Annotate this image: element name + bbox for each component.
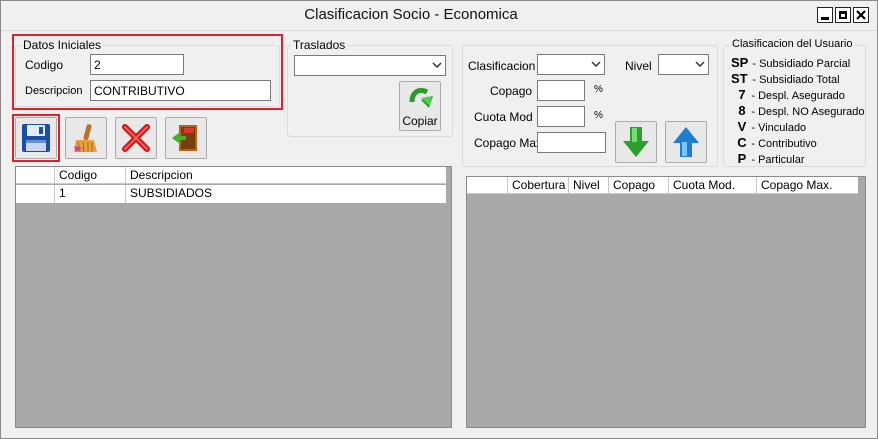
copiar-label: Copiar <box>402 114 438 128</box>
red-x-icon <box>122 124 150 152</box>
col-copago-max-header[interactable]: Copago Max. <box>757 177 858 193</box>
legend-item: ST - Subsidiado Total <box>731 71 840 86</box>
chevron-down-icon <box>591 61 601 68</box>
window-title: Clasificacion Socio - Economica <box>304 6 518 23</box>
clasificacion-label: Clasificacion <box>468 59 536 73</box>
nivel-select[interactable] <box>658 54 709 75</box>
chevron-down-icon <box>695 61 705 68</box>
maximize-button[interactable] <box>835 7 851 23</box>
legend-item: 8 - Despl. NO Asegurado <box>738 103 865 118</box>
move-down-button[interactable] <box>615 121 657 163</box>
nivel-label: Nivel <box>625 59 652 73</box>
green-curved-arrow-icon <box>409 87 433 108</box>
broom-icon <box>74 124 97 153</box>
move-up-button[interactable] <box>665 121 707 163</box>
copago-max-input[interactable] <box>537 132 606 153</box>
col-cuota-mod-header[interactable]: Cuota Mod. <box>669 177 757 193</box>
title-bar: Clasificacion Socio - Economica <box>1 1 877 31</box>
col-cobertura-header[interactable]: Cobertura <box>508 177 569 193</box>
col-codigo-header[interactable]: Codigo <box>55 167 126 183</box>
socio-grid-header: Codigo Descripcion <box>16 167 446 184</box>
close-icon <box>856 10 866 20</box>
main-window: Clasificacion Socio - Economica Datos In… <box>0 0 878 439</box>
cuota-mod-unit: % <box>594 110 603 121</box>
socio-grid[interactable]: Codigo Descripcion 1 SUBSIDIADOS <box>15 166 452 428</box>
save-highlight-frame <box>12 114 60 162</box>
cell-codigo: 1 <box>55 185 126 203</box>
cell-descripcion: SUBSIDIADOS <box>130 186 213 200</box>
copiar-button[interactable]: Copiar <box>399 81 441 131</box>
copago-max-label: Copago Max <box>474 136 543 150</box>
cobertura-grid[interactable]: Cobertura Nivel Copago Cuota Mod. Copago… <box>466 176 866 428</box>
usuario-legend: SP - Subsidiado Parcial ST - Subsidiado … <box>731 55 865 166</box>
row-selector-header <box>467 177 508 193</box>
col-copago-header[interactable]: Copago <box>609 177 669 193</box>
col-nivel-header[interactable]: Nivel <box>569 177 609 193</box>
legend-item: V - Vinculado <box>737 119 807 134</box>
cobertura-grid-header: Cobertura Nivel Copago Cuota Mod. Copago… <box>467 177 858 194</box>
green-down-arrow-icon <box>623 127 649 157</box>
exit-door-icon <box>172 125 197 151</box>
usuario-title: Clasificacion del Usuario <box>730 38 855 50</box>
traslados-title: Traslados <box>291 38 348 52</box>
clasificacion-select[interactable] <box>537 54 605 75</box>
row-selector[interactable] <box>16 185 55 203</box>
legend-item: 7 - Despl. Asegurado <box>738 87 845 102</box>
row-selector-header <box>16 167 55 183</box>
clean-button[interactable] <box>65 117 107 159</box>
col-descripcion-header[interactable]: Descripcion <box>126 167 446 183</box>
copago-label: Copago <box>490 84 533 98</box>
legend-item: C - Contributivo <box>737 135 817 150</box>
exit-button[interactable] <box>165 117 207 159</box>
legend-item: P - Particular <box>737 151 805 166</box>
cuota-mod-input[interactable] <box>537 106 585 127</box>
blue-up-arrow-icon <box>673 127 699 157</box>
chevron-down-icon <box>432 62 442 69</box>
delete-button[interactable] <box>115 117 157 159</box>
copago-input[interactable] <box>537 80 585 101</box>
copago-unit: % <box>594 84 603 95</box>
traslados-select[interactable] <box>294 55 446 76</box>
table-row[interactable]: 1 SUBSIDIADOS <box>16 185 446 203</box>
window-controls <box>817 7 869 23</box>
close-button[interactable] <box>853 7 869 23</box>
minimize-button[interactable] <box>817 7 833 23</box>
legend-item: SP - Subsidiado Parcial <box>731 55 851 70</box>
cuota-mod-label: Cuota Mod <box>474 110 533 124</box>
datos-highlight-frame <box>12 34 283 110</box>
